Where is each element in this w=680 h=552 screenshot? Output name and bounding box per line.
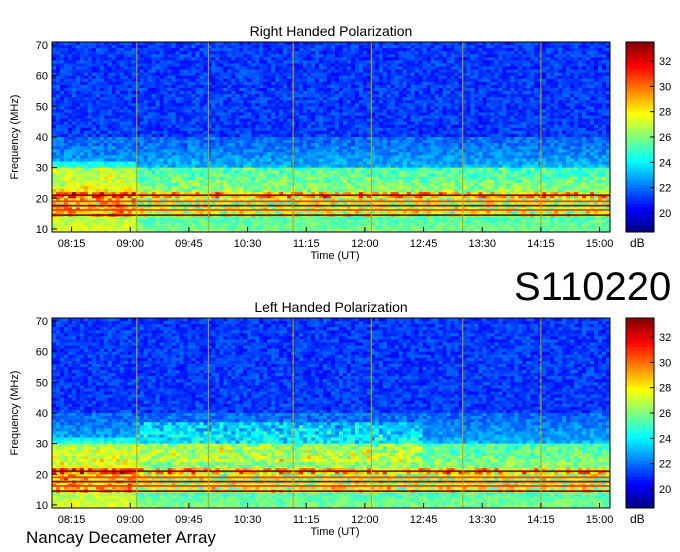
rfi-band	[52, 485, 610, 487]
colorbar-tick-label: 20	[659, 484, 671, 496]
y-tick-label: 20	[36, 193, 48, 205]
colorbar-tick-label: 28	[659, 383, 671, 395]
colorbar-tick-label: 30	[659, 357, 671, 369]
x-tick-label: 14:15	[527, 238, 555, 250]
x-tick-label: 09:45	[175, 238, 203, 250]
y-tick-label: 40	[36, 132, 48, 144]
x-tick-label: 10:30	[234, 238, 262, 250]
colorbar-tick-label: 30	[659, 81, 671, 93]
y-tick-label: 10	[36, 224, 48, 236]
rfi-band	[52, 476, 610, 479]
rfi-band	[52, 209, 610, 211]
y-tick-label: 60	[36, 347, 48, 359]
colorbar-tick-label: 24	[659, 433, 671, 445]
colorbar-tick-label: 24	[659, 157, 671, 169]
y-axis-label: Frequency (MHz)	[9, 95, 21, 180]
y-axis-label: Frequency (MHz)	[9, 371, 21, 456]
x-tick-label: 15:00	[586, 514, 614, 526]
y-tick-label: 30	[36, 439, 48, 451]
y-tick-label: 70	[36, 316, 48, 328]
spectrogram-panel-1: Right Handed Polarization 08:15 09:00 09:45…	[9, 23, 671, 262]
x-tick-label: 15:00	[586, 238, 614, 250]
rfi-band	[52, 490, 610, 493]
x-tick-label: 12:00	[351, 238, 379, 250]
figure-label: S110220	[514, 265, 672, 309]
y-tick-label: 50	[36, 377, 48, 389]
x-tick-label: 11:15	[293, 514, 320, 526]
x-tick-label: 11:15	[293, 238, 320, 250]
colorbar-tick-label: 22	[659, 183, 671, 195]
x-tick-label: 13:30	[468, 238, 496, 250]
instrument-footer: Nancay Decameter Array	[26, 528, 216, 547]
y-tick-label: 30	[36, 163, 48, 175]
colorbar-tick-label: 20	[659, 208, 671, 220]
colorbar-tick-label: 28	[659, 107, 671, 119]
rfi-band	[52, 200, 610, 203]
x-tick-label: 09:00	[116, 514, 144, 526]
rfi-band	[52, 470, 610, 473]
colorbar-tick-label: 26	[659, 132, 671, 144]
rfi-band	[52, 214, 610, 217]
x-tick-label: 09:00	[116, 238, 144, 250]
x-tick-label: 08:15	[58, 514, 86, 526]
x-tick-label: 12:45	[410, 514, 438, 526]
y-tick-label: 40	[36, 408, 48, 420]
spectrogram-image	[52, 318, 611, 509]
y-tick-label: 20	[36, 469, 48, 481]
x-tick-label: 12:00	[351, 514, 379, 526]
y-tick-label: 70	[36, 40, 48, 52]
x-tick-label: 08:15	[58, 238, 86, 250]
spectrogram-image	[52, 42, 611, 233]
colorbar-label: dB	[630, 236, 645, 250]
rfi-band	[52, 480, 610, 483]
colorbar-tick-label: 22	[659, 459, 671, 471]
y-tick-label: 60	[36, 71, 48, 83]
colorbar: 20 22 24 26 28 30 32 dB	[625, 41, 671, 250]
colorbar-tick-label: 26	[659, 408, 671, 420]
panel-title: Right Handed Polarization	[250, 23, 413, 39]
rfi-band	[52, 204, 610, 207]
spectrogram-panel-2: Left Handed Polarization 08:15 09:00 09:45 1…	[9, 299, 671, 538]
x-tick-label: 12:45	[410, 238, 438, 250]
x-axis-label: Time (UT)	[310, 250, 359, 262]
x-tick-label: 10:30	[234, 514, 262, 526]
x-tick-label: 14:15	[527, 514, 555, 526]
colorbar: 20 22 24 26 28 30 32 dB	[625, 317, 671, 526]
panel-title: Left Handed Polarization	[254, 299, 407, 315]
rfi-band	[52, 194, 610, 197]
x-axis-label: Time (UT)	[310, 526, 359, 538]
x-tick-label: 13:30	[468, 514, 496, 526]
colorbar-label: dB	[630, 512, 645, 526]
colorbar-tick-label: 32	[659, 56, 671, 68]
y-tick-label: 50	[36, 101, 48, 113]
y-tick-label: 10	[36, 500, 48, 512]
colorbar-tick-label: 32	[659, 332, 671, 344]
x-tick-label: 09:45	[175, 514, 203, 526]
